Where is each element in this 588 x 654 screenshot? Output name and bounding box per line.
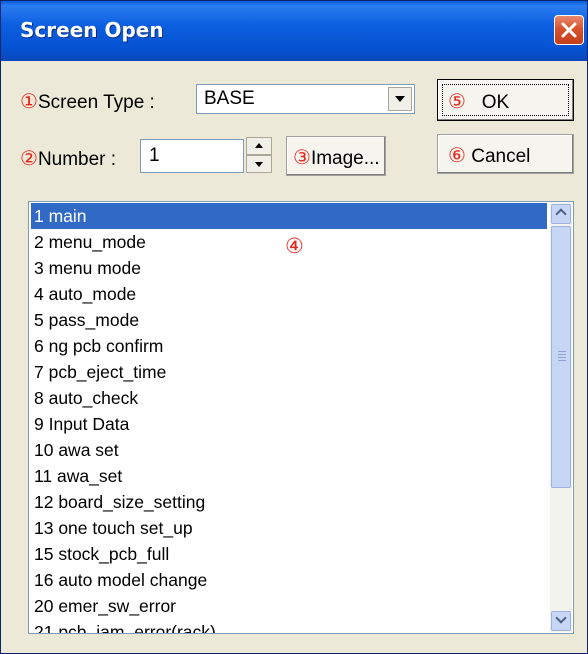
number-label-text: Number : <box>37 149 117 170</box>
list-item[interactable]: 16 auto model change <box>31 567 547 593</box>
close-icon <box>561 22 577 38</box>
list-item[interactable]: 1 main <box>31 203 547 229</box>
list-item[interactable]: 10 awa set <box>31 437 547 463</box>
marker-3: ③ <box>293 147 311 169</box>
ok-button[interactable]: ⑤ OK <box>437 79 574 121</box>
grip-line <box>558 351 566 352</box>
window-title: Screen Open <box>20 18 164 42</box>
spin-down-icon[interactable] <box>246 155 272 173</box>
screen-type-label-text: Screen Type : <box>37 92 155 113</box>
list-item[interactable]: 9 Input Data <box>31 411 547 437</box>
screen-type-select[interactable]: BASE <box>196 84 415 114</box>
number-value: 1 <box>149 145 160 166</box>
close-button[interactable] <box>554 15 584 45</box>
cancel-button-label: Cancel <box>471 146 531 167</box>
dropdown-arrow-icon[interactable] <box>388 87 412 111</box>
grip-line <box>558 357 566 358</box>
vertical-scrollbar[interactable] <box>550 203 572 632</box>
list-item[interactable]: 8 auto_check <box>31 385 547 411</box>
screen-open-dialog: Screen Open ①Screen Type : BASE ②Number … <box>0 0 588 654</box>
list-item[interactable]: 5 pass_mode <box>31 307 547 333</box>
list-item[interactable]: 4 auto_mode <box>31 281 547 307</box>
number-label: ②Number : <box>20 146 116 171</box>
scroll-up-icon[interactable] <box>551 204 571 224</box>
grip-line <box>558 354 566 355</box>
list-item[interactable]: 7 pcb_eject_time <box>31 359 547 385</box>
screen-type-label: ①Screen Type : <box>20 89 155 114</box>
number-input[interactable]: 1 <box>140 139 244 173</box>
image-button-label: Image... <box>310 148 380 169</box>
scroll-down-icon[interactable] <box>551 611 571 631</box>
list-item[interactable]: 21 pcb_jam_error(rack) <box>31 619 547 633</box>
screen-listbox[interactable]: 21 pcb_jam_error(rack) 20 emer_sw_error 16… <box>28 201 574 634</box>
ok-button-label: OK <box>481 92 510 113</box>
screen-type-value: BASE <box>204 88 255 109</box>
image-button[interactable]: ③Image... <box>286 136 386 176</box>
list-item[interactable]: 12 board_size_setting <box>31 489 547 515</box>
marker-4: ④ <box>285 235 304 258</box>
grip-line <box>558 360 566 361</box>
list-item[interactable]: 13 one touch set_up <box>31 515 547 541</box>
scroll-thumb[interactable] <box>551 226 571 488</box>
spin-up-icon[interactable] <box>246 137 272 155</box>
list-item[interactable]: 11 awa_set <box>31 463 547 489</box>
title-bar[interactable]: Screen Open <box>1 1 587 61</box>
marker-6: ⑥ <box>448 145 466 167</box>
number-spinner[interactable] <box>246 137 272 173</box>
marker-5: ⑤ <box>448 91 466 113</box>
list-item[interactable]: 15 stock_pcb_full <box>31 541 547 567</box>
marker-2: ② <box>20 148 38 170</box>
marker-1: ① <box>20 91 38 113</box>
list-item[interactable]: 6 ng pcb confirm <box>31 333 547 359</box>
list-item[interactable]: 20 emer_sw_error <box>31 593 547 619</box>
cancel-button[interactable]: ⑥ Cancel <box>437 134 574 174</box>
